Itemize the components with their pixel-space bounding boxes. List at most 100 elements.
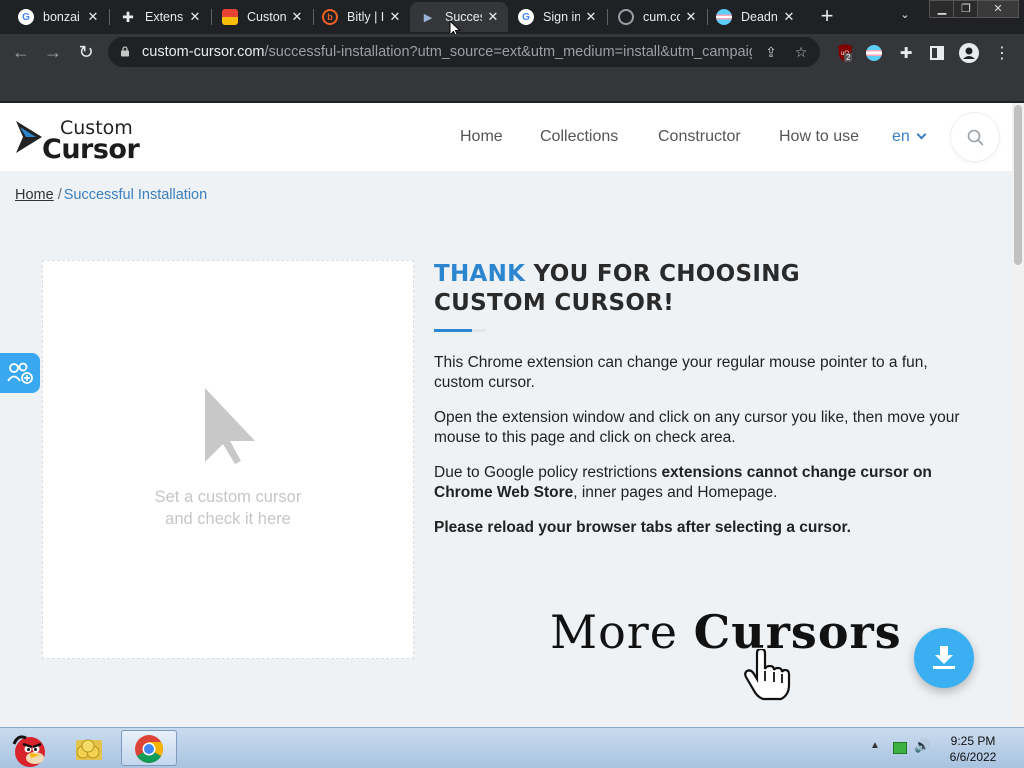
close-icon[interactable]: ✕: [486, 10, 500, 24]
close-icon[interactable]: ✕: [684, 10, 698, 24]
breadcrumb-separator: /: [57, 187, 62, 203]
breadcrumb-current: Successful Installation: [63, 187, 208, 203]
close-icon[interactable]: ✕: [782, 10, 796, 24]
address-bar[interactable]: custom-cursor.com/successful-installatio…: [108, 37, 820, 67]
share-icon[interactable]: ⇪: [762, 43, 780, 61]
start-button[interactable]: [4, 730, 52, 767]
nav-how-to-use[interactable]: How to use: [779, 128, 859, 146]
more-cursors-link[interactable]: More Cursors: [550, 605, 902, 659]
new-tab-button[interactable]: +: [816, 5, 838, 27]
title-accent: THANK: [434, 261, 526, 287]
tab-label: Deadn: [741, 10, 778, 24]
tab-bonzai[interactable]: G bonzai ✕: [8, 2, 108, 32]
more-cursors-word1: More: [550, 605, 679, 659]
minimize-button[interactable]: ▁: [929, 0, 955, 18]
check-area-text: Set a custom cursor and check it here: [43, 486, 413, 530]
folder-icon: [76, 739, 102, 760]
breadcrumb-home[interactable]: Home: [15, 187, 54, 203]
page-scrollbar[interactable]: [1012, 103, 1024, 727]
scrollbar-thumb[interactable]: [1014, 105, 1022, 265]
back-button[interactable]: ←: [9, 40, 33, 64]
tab-deadn[interactable]: Deadn ✕: [706, 2, 804, 32]
restore-button[interactable]: ❐: [953, 0, 979, 18]
tab-label: Extensi: [145, 10, 184, 24]
paragraph-instructions: Open the extension window and click on a…: [434, 409, 960, 446]
logo-arrow-icon: [16, 121, 42, 153]
url-path: /successful-installation?utm_source=ext&…: [264, 44, 752, 60]
cursor-check-area[interactable]: Set a custom cursor and check it here: [42, 260, 414, 659]
title-line2: CUSTOM CURSOR!: [434, 290, 675, 316]
nav-collections[interactable]: Collections: [540, 128, 618, 146]
ublock-icon[interactable]: uO 2: [835, 43, 855, 63]
title-underline-accent: [434, 329, 472, 332]
clock-date: 6/6/2022: [949, 750, 997, 764]
reload-button[interactable]: ↻: [74, 40, 98, 64]
tab-cum[interactable]: cum.cc ✕: [608, 2, 706, 32]
close-icon[interactable]: ✕: [388, 10, 402, 24]
google-icon: G: [518, 9, 534, 25]
tab-label: cum.cc: [643, 10, 680, 24]
nav-constructor[interactable]: Constructor: [658, 128, 741, 146]
close-icon[interactable]: ✕: [188, 10, 202, 24]
flag-icon: [716, 9, 732, 25]
sidepanel-icon[interactable]: [927, 43, 947, 63]
chevron-down-icon: [916, 129, 927, 140]
tray-expand-icon[interactable]: ▲: [870, 740, 884, 752]
restrictions-post: , inner pages and Homepage.: [573, 484, 778, 501]
system-clock[interactable]: 9:25 PM 6/6/2022: [930, 733, 1016, 765]
puzzle-icon[interactable]: ✚: [896, 43, 916, 63]
star-icon[interactable]: ☆: [792, 43, 810, 61]
search-button[interactable]: [951, 113, 999, 161]
download-icon: [933, 646, 955, 669]
tab-label: Custon: [247, 10, 286, 24]
download-button[interactable]: [914, 628, 974, 688]
close-icon[interactable]: ✕: [290, 10, 304, 24]
site-logo[interactable]: Custom Cursor: [14, 117, 140, 165]
bookmark-bar: [0, 70, 1024, 102]
tab-signin[interactable]: G Sign in ✕: [508, 2, 606, 32]
check-area-line1: Set a custom cursor: [154, 488, 302, 506]
clock-time: 9:25 PM: [950, 734, 996, 748]
nav-home[interactable]: Home: [460, 128, 503, 146]
cursor-icon: ▶: [423, 11, 433, 24]
title-line1: YOU FOR CHOOSING: [525, 261, 800, 287]
menu-kebab-icon[interactable]: ⋮: [992, 43, 1012, 63]
language-select[interactable]: en: [892, 128, 927, 146]
taskbar-chrome[interactable]: [121, 730, 177, 766]
tab-extensions[interactable]: ✚ Extensi ✕: [110, 2, 210, 32]
tab-bitly[interactable]: b Bitly | I ✕: [312, 2, 410, 32]
more-cursors-word2: Cursors: [693, 605, 902, 659]
os-taskbar: ▲ 🔊 9:25 PM 6/6/2022: [0, 727, 1024, 768]
tab-custom[interactable]: Custon ✕: [212, 2, 312, 32]
breadcrumb: Home / Successful Installation: [15, 187, 207, 203]
close-icon[interactable]: ✕: [584, 10, 598, 24]
page-title: THANK YOU FOR CHOOSING CUSTOM CURSOR!: [434, 260, 800, 318]
close-window-button[interactable]: ✕: [977, 0, 1019, 18]
accessibility-widget-button[interactable]: [0, 353, 40, 393]
forward-button[interactable]: →: [41, 40, 65, 64]
network-icon[interactable]: [893, 742, 907, 754]
paragraph-intro: This Chrome extension can change your re…: [434, 354, 928, 391]
flag-extension-icon[interactable]: [864, 43, 884, 63]
title-underline: [434, 329, 486, 332]
tab-strip: G bonzai ✕ ✚ Extensi ✕ Custon ✕ b Bitly …: [0, 0, 1024, 34]
chevron-down-icon[interactable]: ⌄: [896, 8, 914, 26]
puzzle-icon: ✚: [122, 8, 134, 25]
hand-pointer-icon: [744, 649, 791, 701]
volume-icon[interactable]: 🔊: [914, 738, 930, 753]
close-icon[interactable]: ✕: [86, 10, 100, 24]
page-viewport: Custom Cursor Home Collections Construct…: [0, 103, 1024, 727]
paragraph-reload-note: Please reload your browser tabs after se…: [434, 519, 851, 536]
profile-avatar[interactable]: [959, 43, 979, 63]
tab-label: Sign in: [543, 10, 580, 24]
tab-label: Bitly | I: [347, 10, 384, 24]
lock-icon: [121, 46, 129, 57]
chrome-icon: [135, 735, 163, 763]
cursor-arrow-icon: [205, 388, 255, 464]
restrictions-pre: Due to Google policy restrictions: [434, 464, 662, 481]
logo-text-bottom: Cursor: [42, 134, 140, 165]
site-header: Custom Cursor Home Collections Construct…: [0, 103, 1012, 171]
taskbar-app-folder[interactable]: [70, 730, 110, 766]
ublock-badge: 2: [844, 53, 853, 62]
store-icon: [222, 9, 238, 25]
